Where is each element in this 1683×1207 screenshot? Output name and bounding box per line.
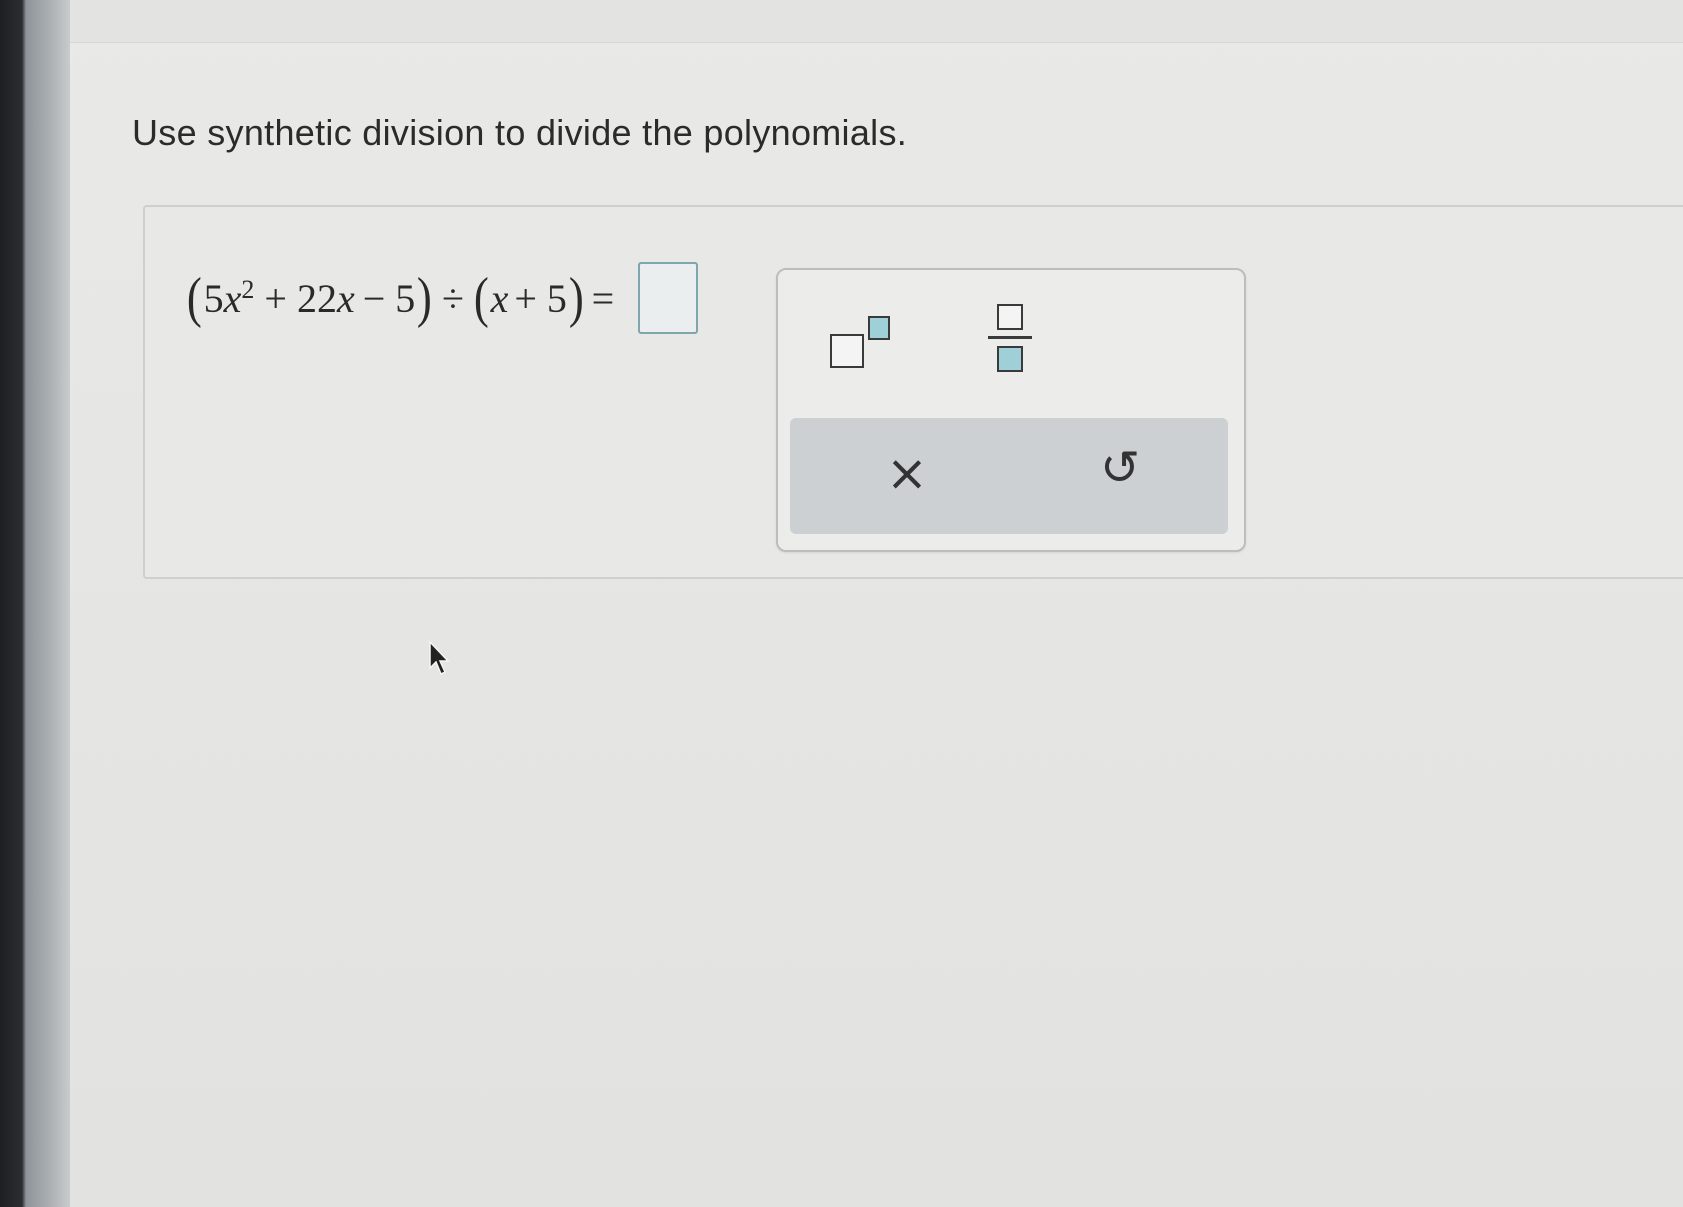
question-instruction: Use synthetic division to divide the pol…: [132, 112, 908, 153]
math-palette: × ↺: [776, 268, 1246, 552]
exponent-power-box-icon: [868, 316, 890, 340]
variable-x: x: [336, 275, 355, 321]
clear-button[interactable]: ×: [886, 448, 928, 498]
term-minus-5: − 5: [362, 275, 416, 321]
variable-x: x: [490, 275, 509, 321]
coefficient-5: 5: [203, 275, 224, 321]
screen-bezel: [0, 0, 70, 1207]
polynomial-equation: ( 5 x 2 + 22 x − 5 ) ÷ ( x + 5 ) =: [185, 262, 699, 334]
term-plus-5: + 5: [514, 275, 567, 321]
mouse-cursor-icon: [429, 640, 450, 676]
answer-input[interactable]: [638, 262, 699, 334]
open-paren: (: [473, 267, 489, 329]
exponent-template-button[interactable]: [830, 314, 900, 370]
fraction-template-button[interactable]: [988, 304, 1034, 380]
divide-sign: ÷: [441, 275, 464, 321]
question-page: Use synthetic division to divide the pol…: [70, 0, 1683, 1207]
equals-sign: =: [591, 275, 615, 321]
open-paren: (: [186, 267, 202, 329]
palette-action-bar: × ↺: [790, 418, 1228, 534]
fraction-numerator-box-icon: [997, 304, 1023, 330]
fraction-denominator-box-icon: [997, 346, 1023, 372]
undo-button[interactable]: ↺: [1100, 444, 1140, 492]
exponent-base-box-icon: [830, 334, 864, 368]
close-paren: ): [568, 267, 584, 329]
close-paren: ): [417, 267, 433, 329]
variable-x: x: [223, 275, 242, 321]
exponent-2: 2: [241, 275, 255, 304]
term-plus-22: + 22: [264, 275, 337, 321]
fraction-bar-icon: [988, 336, 1032, 339]
